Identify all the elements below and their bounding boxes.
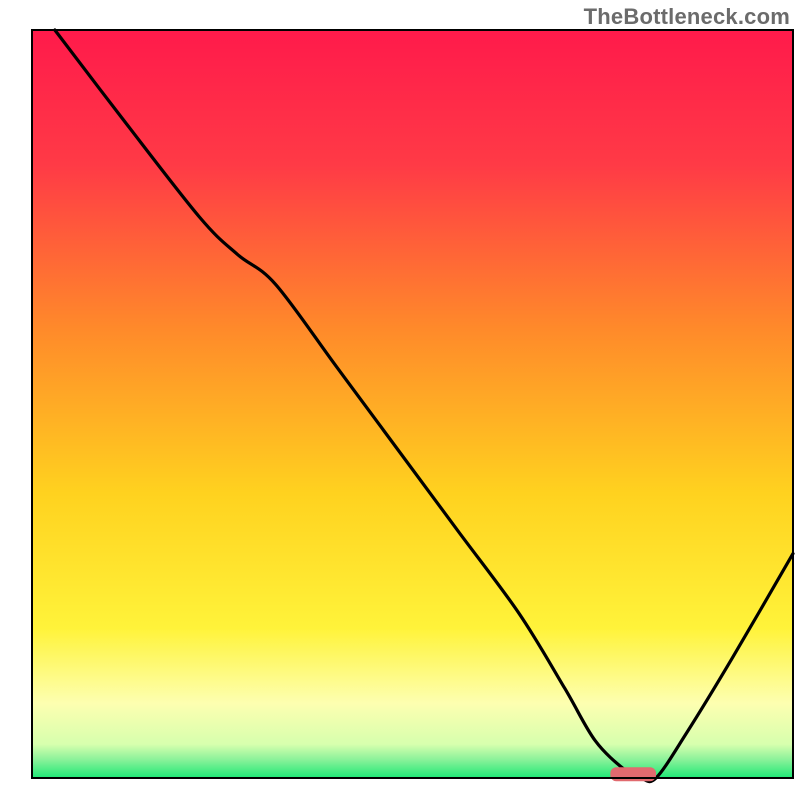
watermark-text: TheBottleneck.com xyxy=(584,4,790,30)
plot-background xyxy=(32,30,793,778)
optimal-marker xyxy=(610,767,656,781)
bottleneck-chart xyxy=(0,0,800,800)
chart-container: TheBottleneck.com xyxy=(0,0,800,800)
